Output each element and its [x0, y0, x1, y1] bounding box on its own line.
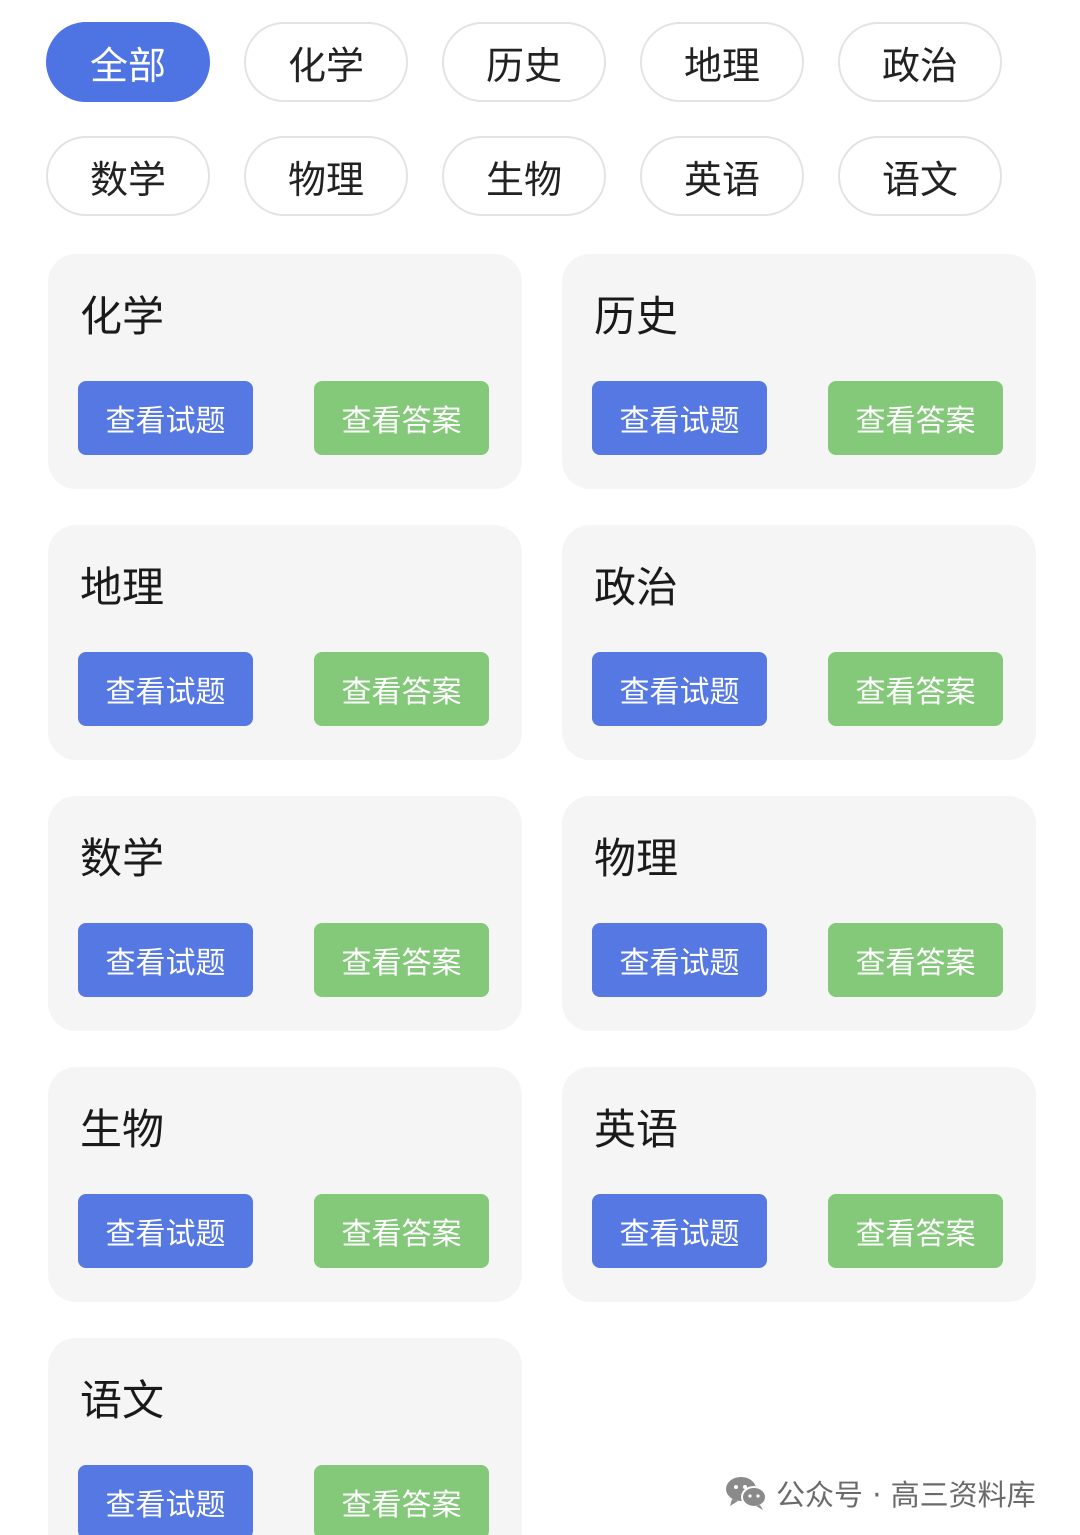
- subject-card-math: 数学 查看试题 查看答案: [48, 796, 522, 1031]
- card-title: 历史: [594, 292, 679, 341]
- view-questions-button[interactable]: 查看试题: [592, 381, 767, 455]
- view-questions-button[interactable]: 查看试题: [592, 923, 767, 997]
- card-title: 政治: [594, 563, 679, 612]
- view-answers-button[interactable]: 查看答案: [828, 1194, 1003, 1268]
- view-questions-button[interactable]: 查看试题: [78, 1194, 253, 1268]
- page: 全部 化学 历史 地理 政治 数学 物理 生物 英语 语文 化学 查看试题 查看…: [0, 0, 1080, 1535]
- view-answers-button[interactable]: 查看答案: [314, 1194, 489, 1268]
- view-answers-button[interactable]: 查看答案: [314, 652, 489, 726]
- watermark-text: 公众号 · 高三资料库: [776, 1478, 1036, 1512]
- view-questions-button[interactable]: 查看试题: [78, 652, 253, 726]
- filter-chip-geography[interactable]: 地理: [640, 22, 804, 102]
- view-answers-button[interactable]: 查看答案: [828, 923, 1003, 997]
- card-title: 英语: [594, 1105, 679, 1154]
- filter-chip-history[interactable]: 历史: [442, 22, 606, 102]
- view-answers-button[interactable]: 查看答案: [828, 652, 1003, 726]
- subject-card-grid: 化学 查看试题 查看答案 历史 查看试题 查看答案 地理 查看试题 查看答案 政…: [48, 254, 1036, 1535]
- subject-card-english: 英语 查看试题 查看答案: [562, 1067, 1036, 1302]
- filter-chip-biology[interactable]: 生物: [442, 136, 606, 216]
- filter-chip-physics[interactable]: 物理: [244, 136, 408, 216]
- view-questions-button[interactable]: 查看试题: [592, 1194, 767, 1268]
- subject-card-geography: 地理 查看试题 查看答案: [48, 525, 522, 760]
- filter-chip-politics[interactable]: 政治: [838, 22, 1002, 102]
- filter-chip-all[interactable]: 全部: [46, 22, 210, 102]
- subject-filter-bar: 全部 化学 历史 地理 政治 数学 物理 生物 英语 语文: [46, 22, 1046, 216]
- view-questions-button[interactable]: 查看试题: [78, 381, 253, 455]
- filter-chip-chemistry[interactable]: 化学: [244, 22, 408, 102]
- watermark: 公众号 · 高三资料库: [724, 1472, 1036, 1514]
- card-title: 地理: [80, 563, 165, 612]
- card-title: 数学: [80, 834, 165, 883]
- card-title: 生物: [80, 1105, 165, 1154]
- view-answers-button[interactable]: 查看答案: [314, 381, 489, 455]
- view-questions-button[interactable]: 查看试题: [78, 923, 253, 997]
- filter-chip-english[interactable]: 英语: [640, 136, 804, 216]
- subject-card-physics: 物理 查看试题 查看答案: [562, 796, 1036, 1031]
- subject-card-biology: 生物 查看试题 查看答案: [48, 1067, 522, 1302]
- card-title: 语文: [80, 1376, 165, 1425]
- subject-card-history: 历史 查看试题 查看答案: [562, 254, 1036, 489]
- card-title: 物理: [594, 834, 679, 883]
- view-answers-button[interactable]: 查看答案: [314, 1465, 489, 1535]
- filter-chip-math[interactable]: 数学: [46, 136, 210, 216]
- subject-card-politics: 政治 查看试题 查看答案: [562, 525, 1036, 760]
- card-title: 化学: [80, 292, 165, 341]
- wechat-icon: [724, 1475, 768, 1511]
- filter-chip-chinese[interactable]: 语文: [838, 136, 1002, 216]
- view-answers-button[interactable]: 查看答案: [314, 923, 489, 997]
- view-questions-button[interactable]: 查看试题: [592, 652, 767, 726]
- subject-card-chinese: 语文 查看试题 查看答案: [48, 1338, 522, 1535]
- view-answers-button[interactable]: 查看答案: [828, 381, 1003, 455]
- subject-card-chemistry: 化学 查看试题 查看答案: [48, 254, 522, 489]
- view-questions-button[interactable]: 查看试题: [78, 1465, 253, 1535]
